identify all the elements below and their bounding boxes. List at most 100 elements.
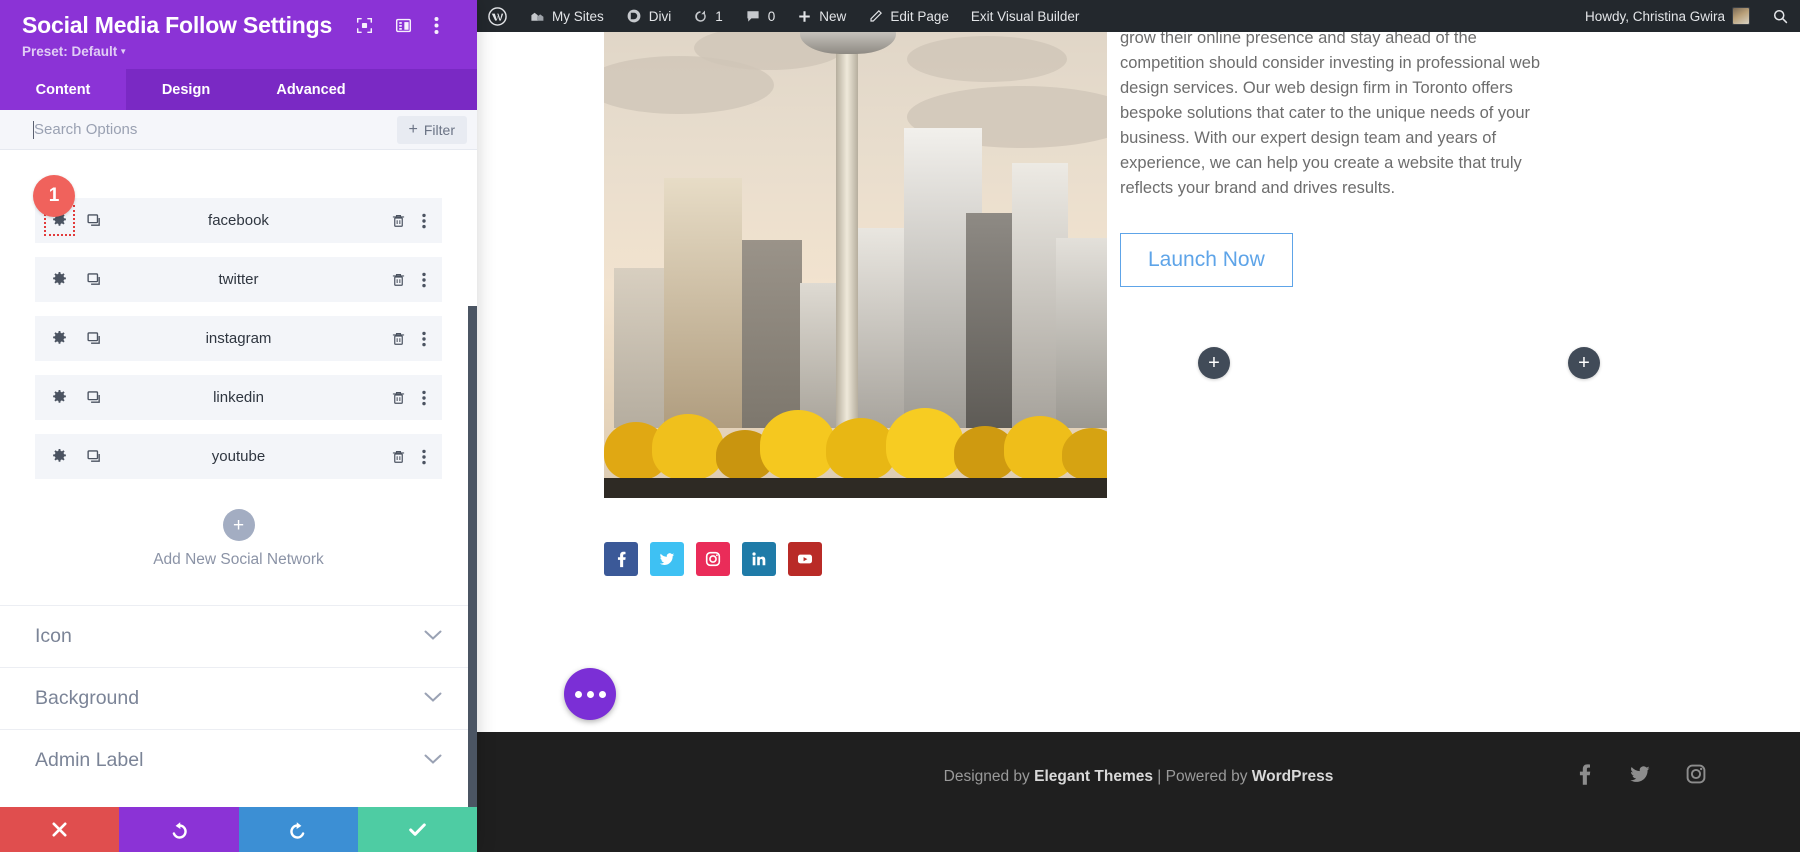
check-icon [407,819,428,840]
footer-credit-brand: Elegant Themes [1034,768,1153,785]
row-delete-icon[interactable] [389,388,408,408]
row-duplicate-icon[interactable] [84,269,105,290]
tab-design[interactable]: Design [126,69,246,110]
canvas-left-column [477,32,1092,732]
row-settings-gear-icon[interactable] [47,385,72,410]
accordion-icon[interactable]: Icon [0,605,477,667]
close-icon [50,820,69,839]
twitter-icon [658,550,676,568]
table-row[interactable]: facebook [35,198,442,243]
admin-bar-item-my-sites[interactable]: My Sites [518,0,615,32]
body-paragraph: grow their online presence and stay ahea… [1120,32,1550,201]
focus-icon[interactable] [356,17,373,34]
footer-facebook-icon[interactable] [1572,762,1596,786]
row-duplicate-icon[interactable] [84,210,105,231]
social-icon-facebook[interactable] [604,542,638,576]
admin-bar-item-edit-page[interactable]: Edit Page [857,0,960,32]
footer-credit-separator: | [1153,768,1166,785]
row-settings-gear-icon[interactable] [47,267,72,292]
admin-bar-label: Edit Page [890,9,949,24]
table-row[interactable]: twitter [35,257,442,302]
panel-header: Social Media Follow Settings [0,0,477,69]
footer-credit-prefix: Designed by [944,768,1034,785]
add-module-button-right[interactable]: + [1568,347,1600,379]
admin-bar-item-comments[interactable]: 0 [734,0,787,32]
preset-selector[interactable]: Preset: Default▼ [22,44,455,59]
row-delete-icon[interactable] [389,211,408,231]
wordpress-logo-button[interactable] [477,0,518,32]
cancel-button[interactable] [0,807,119,852]
visual-builder-screen: My Sites Divi 1 0 New [0,0,1800,852]
chevron-down-icon [424,752,442,770]
divi-icon [626,8,642,24]
sites-icon [529,8,545,24]
filter-label: Filter [424,122,455,138]
add-new-social-network-label: Add New Social Network [0,551,477,569]
accordion-admin-label[interactable]: Admin Label [0,729,477,791]
youtube-icon [796,550,814,568]
row-delete-icon[interactable] [389,329,408,349]
add-new-social-network-button[interactable]: + Add New Social Network [0,509,477,569]
row-more-vertical-icon[interactable] [420,447,428,467]
canvas-right-column: grow their online presence and stay ahea… [1092,32,1652,732]
footer-credit-powered: Powered by [1166,768,1252,785]
undo-button[interactable] [119,807,238,852]
redo-button[interactable] [239,807,358,852]
panel-tabs: Content Design Advanced [0,69,477,110]
accordion-title: Admin Label [35,749,143,772]
row-delete-icon[interactable] [389,270,408,290]
row-settings-gear-icon[interactable] [47,444,72,469]
admin-bar-item-updates[interactable]: 1 [682,0,734,32]
admin-bar-item-exit-visual-builder[interactable]: Exit Visual Builder [960,0,1091,32]
row-duplicate-icon[interactable] [84,328,105,349]
footer-twitter-icon[interactable] [1628,762,1652,786]
save-button[interactable] [358,807,477,852]
row-delete-icon[interactable] [389,447,408,467]
wordpress-logo-icon [488,7,507,26]
filter-button[interactable]: + Filter [397,116,467,144]
admin-bar-item-new[interactable]: New [786,0,857,32]
updates-icon [693,9,708,24]
panel-body: 1 [0,150,477,807]
page-settings-fab[interactable] [564,668,616,720]
row-duplicate-icon[interactable] [84,387,105,408]
row-settings-gear-icon[interactable] [47,326,72,351]
panel-footer-actions [0,807,477,852]
site-footer: Designed by Elegant Themes | Powered by … [477,732,1800,852]
admin-bar-howdy[interactable]: Howdy, Christina Gwira [1574,0,1761,32]
row-more-vertical-icon[interactable] [420,211,428,231]
pencil-icon [868,9,883,24]
admin-bar-item-divi[interactable]: Divi [615,0,683,32]
admin-bar-label: My Sites [552,9,604,24]
autumn-trees [604,404,1107,480]
footer-credit-platform: WordPress [1252,768,1334,785]
accordion-background[interactable]: Background [0,667,477,729]
chevron-down-icon [424,628,442,646]
table-row[interactable]: youtube [35,434,442,479]
table-row[interactable]: instagram [35,316,442,361]
social-icon-youtube[interactable] [788,542,822,576]
table-row[interactable]: linkedin [35,375,442,420]
tab-content[interactable]: Content [0,69,126,110]
row-more-vertical-icon[interactable] [420,270,428,290]
panel-scrollbar[interactable] [468,306,477,807]
row-more-vertical-icon[interactable] [420,388,428,408]
linkedin-icon [750,550,768,568]
social-icon-instagram[interactable] [696,542,730,576]
tab-advanced[interactable]: Advanced [246,69,376,110]
launch-now-button[interactable]: Launch Now [1120,233,1293,287]
social-icon-twitter[interactable] [650,542,684,576]
more-vertical-icon[interactable] [434,16,439,35]
plus-icon: + [409,122,418,138]
search-input[interactable] [0,110,397,149]
row-more-vertical-icon[interactable] [420,329,428,349]
footer-instagram-icon[interactable] [1684,762,1708,786]
step-badge-1: 1 [33,175,75,217]
admin-bar-search-button[interactable] [1761,0,1800,32]
row-duplicate-icon[interactable] [84,446,105,467]
admin-bar-label: Divi [649,9,672,24]
add-module-button-left[interactable]: + [1198,347,1230,379]
social-icon-linkedin[interactable] [742,542,776,576]
module-settings-panel: Social Media Follow Settings [0,0,477,852]
layout-panel-icon[interactable] [395,17,412,34]
